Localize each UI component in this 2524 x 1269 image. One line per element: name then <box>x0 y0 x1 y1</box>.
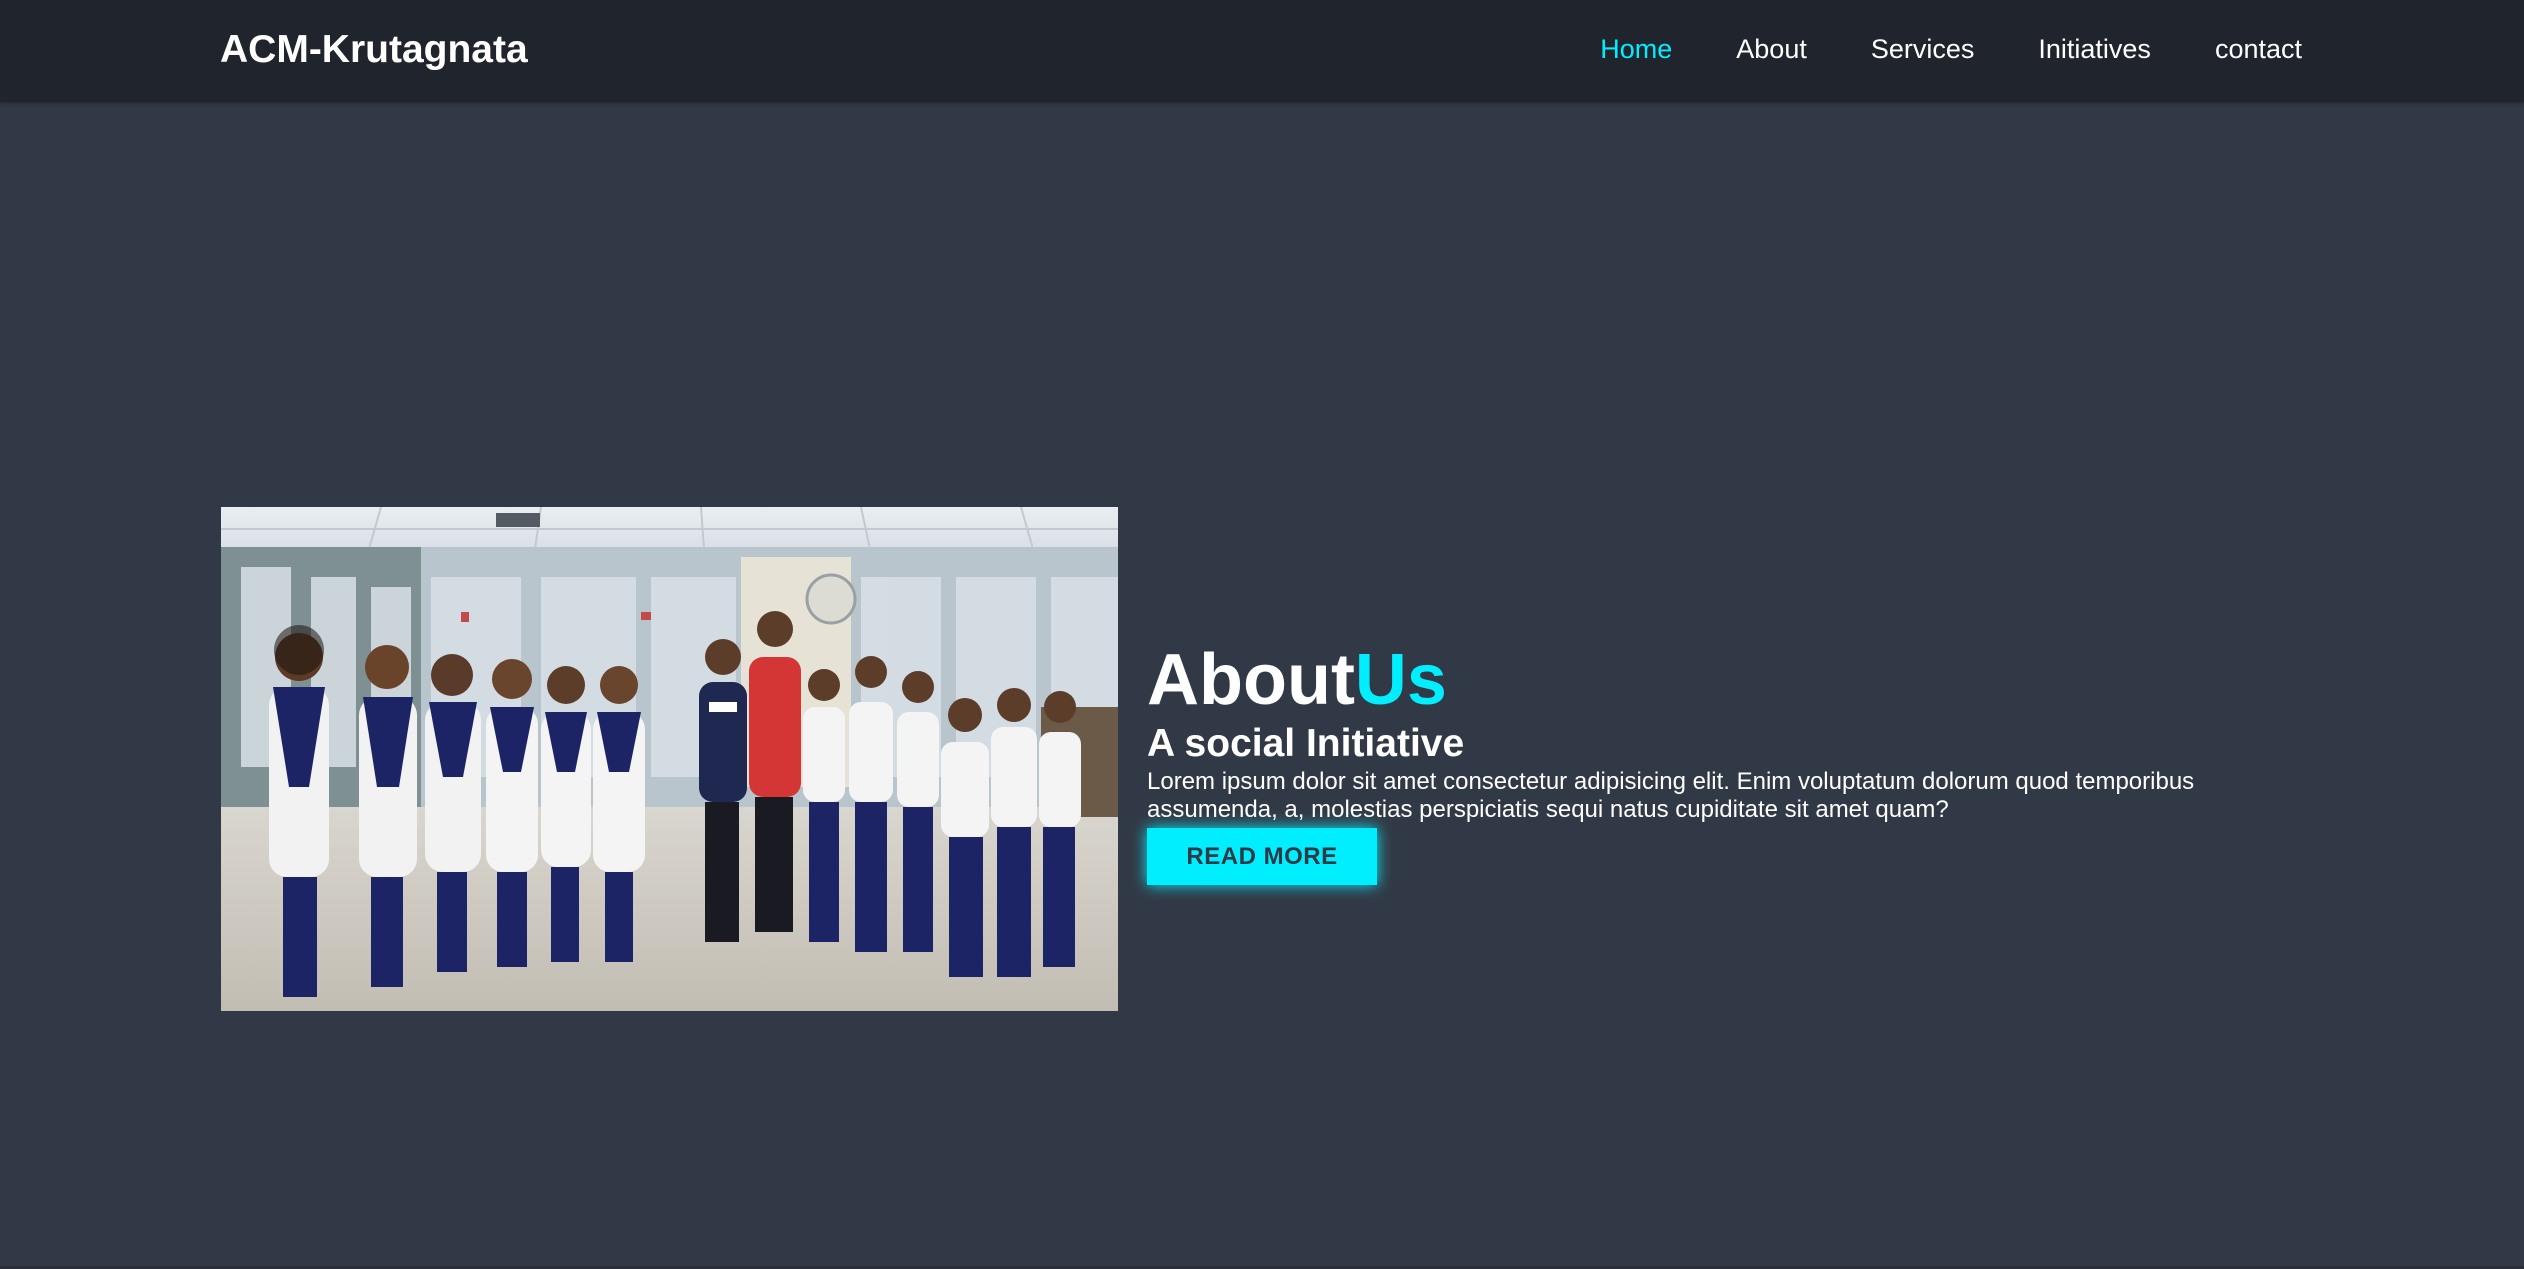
site-header: ACM-Krutagnata Home About Services Initi… <box>0 0 2524 102</box>
about-heading-accent: Us <box>1354 640 1447 720</box>
about-image <box>221 507 1118 1011</box>
nav-home[interactable]: Home <box>1600 34 1672 65</box>
nav-initiatives[interactable]: Initiatives <box>2038 34 2151 65</box>
group-photo-illustration <box>221 507 1118 1011</box>
nav-services[interactable]: Services <box>1871 34 1975 65</box>
main-nav: Home About Services Initiatives contact <box>1600 34 2302 65</box>
nav-contact[interactable]: contact <box>2215 34 2302 65</box>
about-description: Lorem ipsum dolor sit amet consectetur a… <box>1147 768 2195 823</box>
about-heading: AboutUs <box>1147 640 1447 720</box>
about-subheading: A social Initiative <box>1147 722 1465 765</box>
read-more-button[interactable]: READ MORE <box>1147 828 1377 885</box>
site-logo[interactable]: ACM-Krutagnata <box>220 28 528 72</box>
about-content: AboutUs A social Initiative Lorem ipsum … <box>1147 640 2287 885</box>
nav-about[interactable]: About <box>1736 34 1807 65</box>
